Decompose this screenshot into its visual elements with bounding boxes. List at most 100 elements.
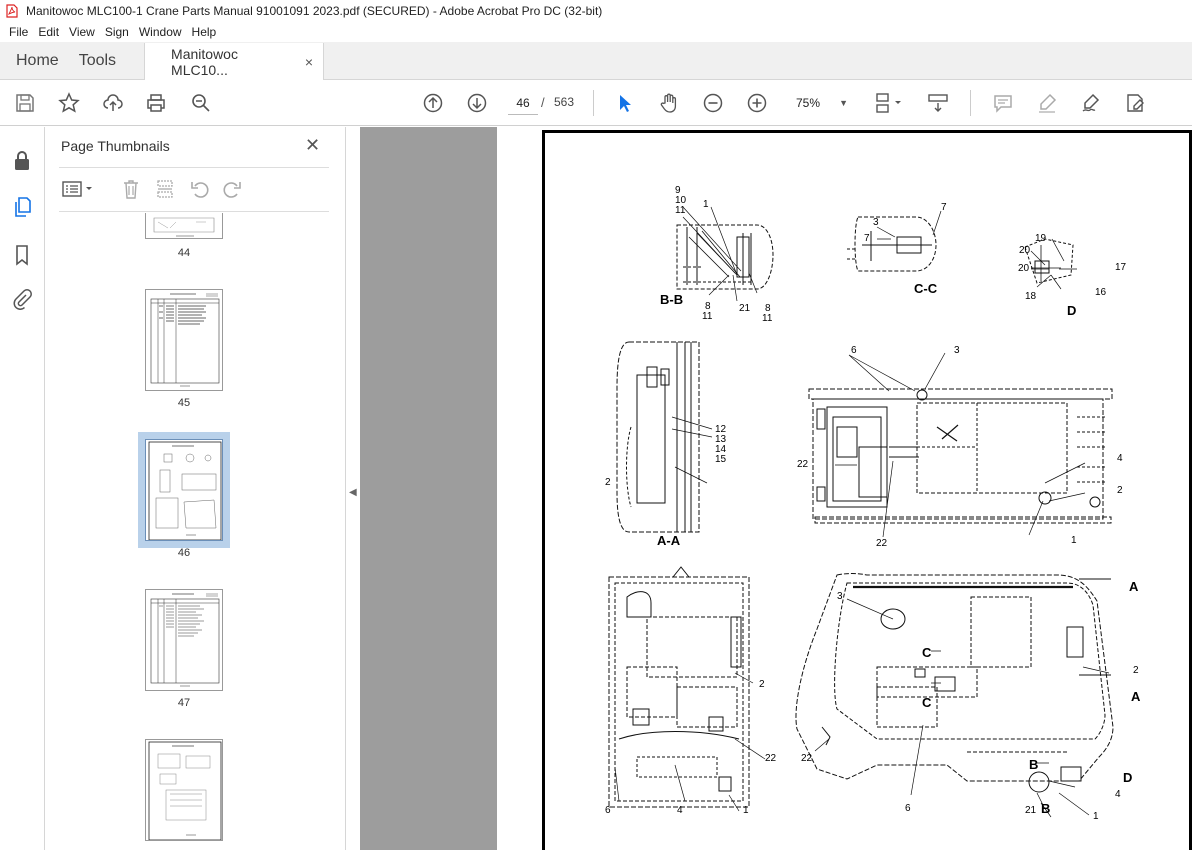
comment-icon[interactable] bbox=[990, 90, 1016, 116]
section-arrow-label: B bbox=[1029, 757, 1039, 772]
select-cursor-icon[interactable] bbox=[612, 90, 638, 116]
parts-diagram-drawing bbox=[608, 206, 1114, 818]
page-fit-icon[interactable] bbox=[870, 90, 906, 116]
zoom-level-value: 75% bbox=[796, 96, 821, 110]
callout: 7 bbox=[941, 202, 947, 213]
section-arrow-label: B bbox=[1041, 801, 1051, 816]
page-total: 563 bbox=[554, 95, 575, 109]
callout: 3 bbox=[873, 217, 879, 228]
section-label-d: D bbox=[1067, 303, 1077, 318]
thumbnail-options-icon[interactable] bbox=[61, 177, 95, 201]
panel-collapse-handle[interactable]: ◀ bbox=[345, 127, 360, 850]
close-panel-icon[interactable]: ✕ bbox=[305, 135, 320, 156]
thumbnail-page[interactable] bbox=[145, 589, 223, 691]
tab-tools[interactable]: Tools bbox=[75, 42, 132, 79]
callout: 22 bbox=[801, 753, 813, 764]
save-icon[interactable] bbox=[12, 90, 38, 116]
thumbnail-page-number: 47 bbox=[177, 697, 191, 709]
star-bookmark-icon[interactable] bbox=[56, 90, 82, 116]
zoom-out-icon[interactable] bbox=[700, 90, 726, 116]
next-page-icon[interactable] bbox=[464, 90, 490, 116]
highlight-pen-icon[interactable] bbox=[1034, 90, 1060, 116]
thumbnail-page[interactable] bbox=[145, 213, 223, 239]
tab-bar: Home Tools Manitowoc MLC10... × bbox=[0, 42, 1192, 80]
callout: 1 bbox=[703, 199, 709, 210]
menu-sign[interactable]: Sign bbox=[100, 25, 134, 39]
bookmark-icon[interactable] bbox=[10, 243, 34, 267]
callout: 4 bbox=[1115, 789, 1121, 800]
print-icon[interactable] bbox=[143, 90, 169, 116]
callout: 4 bbox=[677, 805, 683, 816]
thumbnail-page-selected[interactable] bbox=[138, 432, 230, 548]
collapse-left-icon[interactable]: ◀ bbox=[349, 487, 357, 498]
previous-page-icon[interactable] bbox=[420, 90, 446, 116]
tab-document-label: Manitowoc MLC10... bbox=[171, 45, 238, 78]
page-thumbnails-icon[interactable] bbox=[10, 195, 34, 219]
menu-edit[interactable]: Edit bbox=[33, 25, 64, 39]
hand-tool-icon[interactable] bbox=[656, 90, 682, 116]
delete-page-icon[interactable] bbox=[121, 177, 141, 201]
lock-icon[interactable] bbox=[10, 149, 34, 173]
callout: 2 bbox=[1133, 665, 1139, 676]
draw-sign-icon[interactable] bbox=[1078, 90, 1104, 116]
section-arrow-label: C bbox=[922, 695, 932, 710]
thumbnail-page[interactable] bbox=[145, 289, 223, 391]
callout: 3 bbox=[837, 591, 843, 602]
callout: 21 bbox=[739, 303, 751, 314]
close-tab-icon[interactable]: × bbox=[305, 54, 313, 70]
callout: 6 bbox=[905, 803, 911, 814]
callout: 3 bbox=[954, 345, 960, 356]
extract-pages-icon[interactable] bbox=[155, 177, 175, 201]
thumbnail-list: 44 45 46 47 bbox=[45, 213, 320, 850]
toolbar-divider-2 bbox=[970, 90, 971, 116]
window-title: Manitowoc MLC100-1 Crane Parts Manual 91… bbox=[26, 4, 603, 18]
callout: 1 bbox=[743, 805, 749, 816]
menu-file[interactable]: File bbox=[4, 25, 33, 39]
page-number-input[interactable]: 46 bbox=[508, 91, 538, 115]
thumbnail-page[interactable] bbox=[145, 739, 223, 841]
scroll-mode-icon[interactable] bbox=[925, 90, 951, 116]
rotate-cw-icon[interactable] bbox=[221, 177, 243, 201]
toolbar: 46 / 563 75% ▼ bbox=[0, 80, 1192, 126]
callout: 11 bbox=[702, 311, 713, 322]
callout: 2 bbox=[1117, 485, 1123, 496]
upload-cloud-icon[interactable] bbox=[100, 90, 126, 116]
callout: 20 bbox=[1019, 245, 1031, 256]
panel-title: Page Thumbnails bbox=[61, 138, 170, 154]
zoom-search-icon[interactable] bbox=[188, 90, 214, 116]
panel-divider bbox=[59, 167, 329, 168]
zoom-level-select[interactable]: 75% ▼ bbox=[786, 91, 848, 115]
attachment-paperclip-icon[interactable] bbox=[10, 287, 34, 311]
callout: 2 bbox=[759, 679, 765, 690]
page-thumbnails-panel: Page Thumbnails ✕ 44 45 46 47 bbox=[45, 127, 381, 850]
callout: 11 bbox=[762, 313, 773, 324]
tab-document[interactable]: Manitowoc MLC10... × bbox=[144, 43, 325, 80]
callout: 22 bbox=[797, 459, 809, 470]
menu-view[interactable]: View bbox=[64, 25, 100, 39]
chevron-down-icon: ▼ bbox=[839, 98, 848, 108]
section-arrow-label: C bbox=[922, 645, 932, 660]
thumbnail-page-number: 45 bbox=[177, 397, 191, 409]
document-page: B-B C-C D A-A 9 10 11 1 8 11 21 8 11 3 7… bbox=[497, 127, 1192, 850]
thumbnail-page-number: 46 bbox=[177, 547, 191, 559]
callout: 6 bbox=[851, 345, 857, 356]
callout: 22 bbox=[765, 753, 777, 764]
menu-bar: File Edit View Sign Window Help bbox=[0, 22, 1192, 42]
callout: 4 bbox=[1117, 453, 1123, 464]
menu-window[interactable]: Window bbox=[134, 25, 187, 39]
menu-help[interactable]: Help bbox=[187, 25, 222, 39]
callout: 15 bbox=[715, 454, 727, 465]
section-label-bb: B-B bbox=[660, 292, 684, 307]
toolbar-divider bbox=[593, 90, 594, 116]
rotate-ccw-icon[interactable] bbox=[189, 177, 211, 201]
callout: 21 bbox=[1025, 805, 1037, 816]
zoom-in-icon[interactable] bbox=[744, 90, 770, 116]
page-separator: / bbox=[541, 95, 545, 110]
callout: 11 bbox=[675, 205, 686, 216]
edit-pdf-icon[interactable] bbox=[1122, 90, 1148, 116]
section-label-cc: C-C bbox=[914, 281, 938, 296]
callout: 17 bbox=[1115, 262, 1127, 273]
document-view[interactable]: B-B C-C D A-A 9 10 11 1 8 11 21 8 11 3 7… bbox=[360, 127, 1192, 850]
tab-home[interactable]: Home bbox=[0, 42, 75, 79]
callout: 1 bbox=[1093, 811, 1099, 822]
